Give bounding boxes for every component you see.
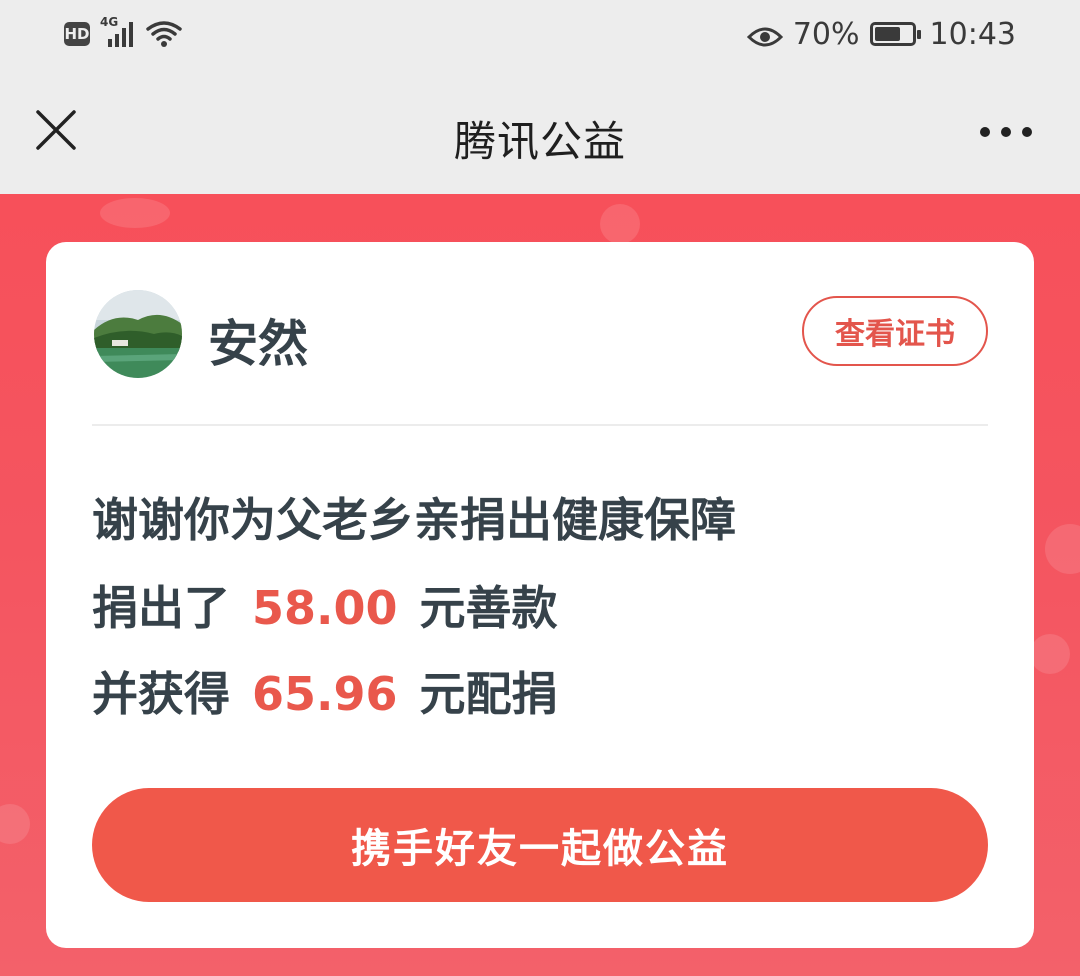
donation-card: 安然 查看证书 谢谢你为父老乡亲捐出健康保障 捐出了 58.00 元善款 并获得… bbox=[46, 242, 1034, 948]
signal-icon: 4G bbox=[100, 15, 136, 49]
title-bar: 腾讯公益 bbox=[0, 72, 1080, 194]
hd-badge: HD bbox=[64, 22, 90, 46]
avatar[interactable] bbox=[94, 290, 182, 378]
share-with-friends-button[interactable]: 携手好友一起做公益 bbox=[92, 788, 988, 902]
user-name: 安然 bbox=[208, 315, 308, 373]
status-bar-right: 70% 10:43 bbox=[746, 14, 1016, 54]
bokeh-decoration bbox=[600, 204, 640, 244]
eye-icon bbox=[746, 22, 783, 47]
more-button[interactable] bbox=[976, 112, 1036, 152]
donated-suffix: 元善款 bbox=[419, 581, 558, 635]
thanks-message: 谢谢你为父老乡亲捐出健康保障 bbox=[92, 493, 736, 547]
battery-percent: 70% bbox=[792, 16, 860, 52]
landscape-avatar-image bbox=[94, 290, 182, 378]
page-title: 腾讯公益 bbox=[453, 117, 626, 166]
matched-prefix: 并获得 bbox=[92, 667, 230, 721]
divider bbox=[92, 424, 988, 426]
bokeh-decoration bbox=[100, 198, 170, 228]
bokeh-decoration bbox=[1045, 524, 1080, 574]
battery-level bbox=[874, 27, 900, 41]
donated-amount: 58.00 bbox=[252, 581, 398, 635]
bokeh-decoration bbox=[1030, 634, 1070, 674]
status-bar: HD 4G 70% 10:43 bbox=[0, 0, 1080, 72]
more-icon bbox=[980, 127, 1032, 137]
clock: 10:43 bbox=[929, 16, 1016, 52]
wifi-icon bbox=[146, 19, 182, 49]
battery-icon bbox=[869, 22, 921, 46]
matched-suffix: 元配捐 bbox=[419, 667, 558, 721]
matched-line: 并获得 65.96 元配捐 bbox=[92, 658, 558, 724]
donated-line: 捐出了 58.00 元善款 bbox=[92, 572, 558, 638]
matched-amount: 65.96 bbox=[252, 667, 398, 721]
bokeh-decoration bbox=[0, 804, 30, 844]
status-bar-left: HD 4G bbox=[64, 15, 182, 52]
view-certificate-button[interactable]: 查看证书 bbox=[802, 296, 988, 366]
donated-prefix: 捐出了 bbox=[92, 581, 230, 635]
